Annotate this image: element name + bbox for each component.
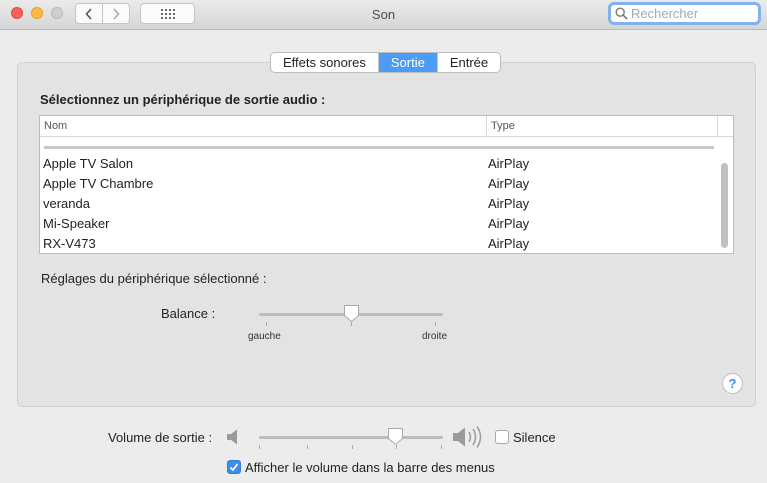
balance-slider-thumb[interactable] (343, 304, 360, 323)
speaker-high-icon (453, 426, 482, 448)
device-type: AirPlay (488, 176, 530, 191)
volume-tick (307, 445, 308, 449)
column-header-type[interactable]: Type (486, 116, 515, 137)
tab-input[interactable]: Entrée (436, 53, 500, 72)
output-volume-label: Volume de sortie : (108, 430, 213, 445)
balance-left-label: gauche (248, 331, 281, 342)
balance-label: Balance : (161, 306, 216, 321)
column-header-name[interactable]: Nom (44, 120, 67, 132)
balance-tick (266, 322, 267, 326)
device-type: AirPlay (488, 236, 530, 251)
device-type: AirPlay (488, 156, 530, 171)
show-volume-in-menubar-label: Afficher le volume dans la barre des men… (245, 460, 495, 475)
search-icon (615, 7, 628, 20)
device-settings-label: Réglages du périphérique sélectionné : (41, 271, 267, 286)
device-name: Apple TV Chambre (43, 176, 154, 191)
help-button[interactable]: ? (722, 373, 743, 394)
device-name: Apple TV Salon (43, 156, 134, 171)
speaker-low-icon (227, 429, 237, 445)
device-type: AirPlay (488, 216, 530, 231)
table-row[interactable]: RX-V473 AirPlay (40, 234, 720, 253)
mute-label: Silence (513, 430, 556, 445)
volume-slider-track[interactable] (259, 436, 443, 439)
table-scrollbar[interactable] (721, 163, 728, 248)
volume-tick (352, 445, 353, 449)
device-name: RX-V473 (43, 236, 96, 251)
volume-tick (259, 445, 260, 449)
column-divider (717, 116, 718, 137)
search-field[interactable] (608, 2, 761, 25)
device-name: veranda (43, 196, 90, 211)
balance-tick (435, 322, 436, 326)
table-row[interactable]: Apple TV Chambre AirPlay (40, 174, 720, 194)
tab-sound-effects[interactable]: Effets sonores (271, 53, 378, 72)
checkmark-icon (229, 463, 239, 472)
tab-output[interactable]: Sortie (377, 53, 437, 72)
show-volume-in-menubar-checkbox[interactable] (227, 460, 241, 474)
list-separator (44, 146, 714, 149)
search-input[interactable] (631, 6, 749, 21)
device-type: AirPlay (488, 196, 530, 211)
balance-right-label: droite (422, 331, 448, 342)
mute-checkbox[interactable] (495, 430, 509, 444)
volume-slider-thumb[interactable] (387, 427, 404, 446)
table-row[interactable]: veranda AirPlay (40, 194, 720, 214)
output-device-heading: Sélectionnez un périphérique de sortie a… (40, 92, 326, 107)
output-device-table[interactable]: Nom Type Apple TV Salon AirPlay Apple TV… (39, 115, 734, 254)
table-row[interactable]: Apple TV Salon AirPlay (40, 154, 720, 174)
table-row[interactable]: Mi-Speaker AirPlay (40, 214, 720, 234)
tab-bar: Effets sonores Sortie Entrée (270, 52, 502, 73)
volume-tick (441, 445, 442, 449)
title-bar: Son (0, 0, 767, 30)
device-name: Mi-Speaker (43, 216, 110, 231)
table-header: Nom Type (40, 116, 733, 137)
